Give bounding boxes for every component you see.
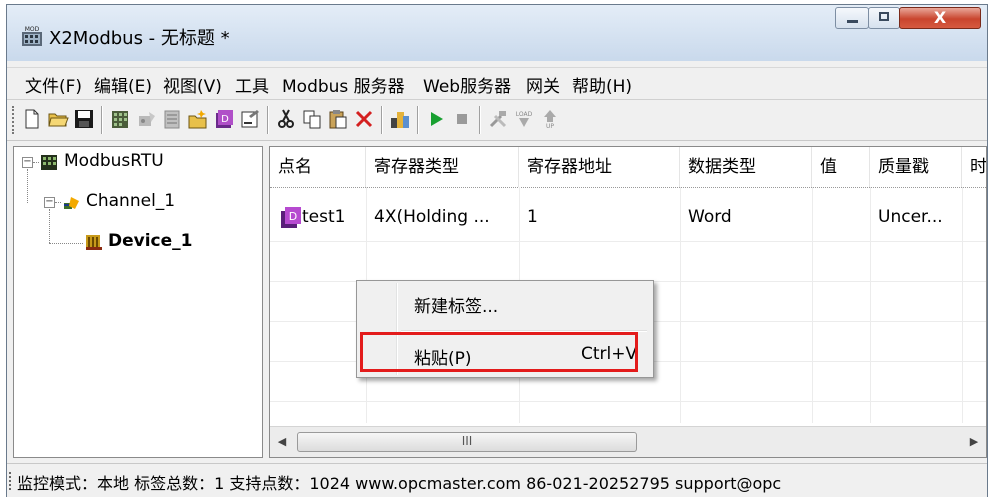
cut-icon[interactable] bbox=[275, 108, 297, 130]
tree-node-device[interactable]: Device_1 bbox=[108, 231, 193, 251]
tree-line bbox=[27, 169, 28, 203]
column-header-time[interactable]: 时间 bbox=[962, 147, 986, 187]
highlight-box bbox=[360, 332, 638, 372]
tree-line bbox=[49, 243, 83, 244]
properties-icon[interactable] bbox=[239, 108, 261, 130]
scroll-right-icon[interactable]: ▶ bbox=[962, 427, 986, 457]
app-icon: MOD bbox=[22, 26, 42, 46]
paste-icon[interactable] bbox=[327, 108, 349, 130]
status-bar: 监控模式：本地 标签总数：1 支持点数：1024 www.opcmaster.c… bbox=[7, 463, 987, 497]
collapse-icon[interactable]: − bbox=[22, 157, 33, 168]
column-header-name[interactable]: 点名 bbox=[270, 147, 366, 187]
tree-node-root[interactable]: ModbusRTU bbox=[64, 151, 164, 171]
tools-icon[interactable] bbox=[487, 108, 509, 130]
toolbar-separator bbox=[381, 106, 383, 134]
load-icon[interactable]: LOAD bbox=[513, 108, 535, 130]
cell-register-type: 4X(Holding ... bbox=[374, 207, 490, 227]
menu-edit[interactable]: 编辑(E) bbox=[94, 72, 152, 97]
menu-help[interactable]: 帮助(H) bbox=[572, 72, 632, 97]
title-bar[interactable]: MOD X2Modbus - 无标题 * X bbox=[7, 5, 987, 61]
column-header-register-type[interactable]: 寄存器类型 bbox=[366, 147, 519, 187]
grid-line bbox=[962, 187, 963, 423]
cell-quality: Uncer... bbox=[878, 207, 943, 227]
column-header-register-address[interactable]: 寄存器地址 bbox=[519, 147, 680, 187]
column-header-value[interactable]: 值 bbox=[812, 147, 870, 187]
grid-line bbox=[680, 187, 681, 423]
menu-web-server[interactable]: Web服务器 bbox=[423, 72, 511, 97]
toolbar-grip[interactable] bbox=[12, 106, 16, 134]
column-header-quality[interactable]: 质量戳 bbox=[870, 147, 962, 187]
quick-client-icon[interactable] bbox=[389, 108, 411, 130]
tag-icon[interactable]: D bbox=[213, 108, 235, 130]
delete-icon[interactable] bbox=[353, 108, 375, 130]
cell-name: test1 bbox=[302, 207, 346, 227]
maximize-icon bbox=[879, 12, 889, 21]
save-icon[interactable] bbox=[73, 108, 95, 130]
toolbar-separator bbox=[101, 106, 103, 134]
device-properties-icon[interactable] bbox=[161, 108, 183, 130]
close-button[interactable]: X bbox=[899, 7, 981, 29]
tag-icon: D bbox=[281, 207, 301, 228]
status-grip bbox=[9, 472, 15, 490]
menu-item-label: 新建标签... bbox=[414, 297, 499, 317]
copy-icon[interactable] bbox=[301, 108, 323, 130]
horizontal-scrollbar[interactable]: ◀ III ▶ bbox=[270, 426, 986, 457]
device-icon bbox=[86, 235, 102, 250]
new-tag-icon[interactable] bbox=[187, 108, 209, 130]
minimize-button[interactable] bbox=[835, 7, 869, 29]
toolbar-separator bbox=[417, 106, 419, 134]
grid-line bbox=[812, 187, 813, 423]
modbus-rtu-icon bbox=[41, 155, 57, 170]
new-file-icon[interactable] bbox=[21, 108, 43, 130]
close-icon: X bbox=[933, 8, 947, 27]
tree-line bbox=[33, 162, 39, 163]
collapse-icon[interactable]: − bbox=[44, 197, 55, 208]
menu-gateway[interactable]: 网关 bbox=[526, 72, 560, 97]
channel-icon bbox=[64, 197, 79, 209]
scroll-left-icon[interactable]: ◀ bbox=[270, 427, 294, 457]
menu-view[interactable]: 视图(V) bbox=[163, 72, 222, 97]
menu-bar: 文件(F) 编辑(E) 视图(V) 工具 Modbus 服务器 Web服务器 网… bbox=[7, 67, 987, 98]
upload-icon[interactable]: UP bbox=[539, 108, 561, 130]
app-icon-label: MOD bbox=[25, 26, 40, 33]
svg-text:D: D bbox=[289, 210, 297, 223]
menu-tools[interactable]: 工具 bbox=[235, 72, 269, 97]
grid-line bbox=[270, 241, 986, 242]
app-window: MOD X2Modbus - 无标题 * X 文件(F) 编辑(E) 视图(V)… bbox=[6, 4, 988, 497]
header-divider bbox=[270, 187, 986, 188]
grid-line bbox=[270, 401, 986, 402]
menu-modbus-server[interactable]: Modbus 服务器 bbox=[282, 72, 405, 97]
open-folder-icon[interactable] bbox=[47, 108, 69, 130]
new-device-icon[interactable] bbox=[135, 108, 157, 130]
svg-text:D: D bbox=[221, 114, 229, 125]
status-text: 监控模式：本地 标签总数：1 支持点数：1024 www.opcmaster.c… bbox=[17, 474, 782, 493]
stop-icon[interactable] bbox=[451, 108, 473, 130]
grid-line bbox=[870, 187, 871, 423]
toolbar: D LOAD UP bbox=[7, 99, 987, 141]
column-header-data-type[interactable]: 数据类型 bbox=[680, 147, 812, 187]
tree-line bbox=[49, 209, 50, 243]
menu-file[interactable]: 文件(F) bbox=[25, 72, 82, 97]
cell-register-address: 1 bbox=[527, 207, 538, 227]
run-icon[interactable] bbox=[425, 108, 447, 130]
minimize-icon bbox=[847, 20, 858, 23]
cell-data-type: Word bbox=[688, 207, 732, 227]
maximize-button[interactable] bbox=[868, 7, 900, 29]
window-title: X2Modbus - 无标题 * bbox=[49, 28, 230, 49]
menu-item-new-tag[interactable]: 新建标签... bbox=[357, 285, 653, 319]
device-tree[interactable]: − ModbusRTU − Channel_1 Device_1 bbox=[13, 146, 263, 458]
svg-text:UP: UP bbox=[546, 123, 554, 130]
toolbar-separator bbox=[267, 106, 269, 134]
toolbar-separator bbox=[479, 106, 481, 134]
new-channel-icon[interactable] bbox=[109, 108, 131, 130]
tree-line bbox=[55, 202, 61, 203]
scroll-thumb[interactable]: III bbox=[297, 432, 637, 452]
tree-node-channel[interactable]: Channel_1 bbox=[86, 191, 175, 211]
svg-text:LOAD: LOAD bbox=[516, 111, 533, 118]
